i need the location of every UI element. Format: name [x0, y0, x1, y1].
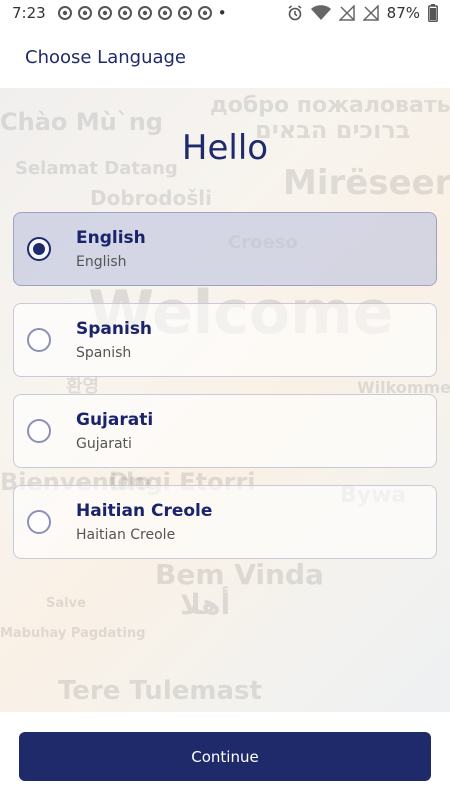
- status-right: 87%: [287, 4, 438, 22]
- bg-word: Mabuhay Pagdating: [0, 626, 146, 641]
- language-content: Welcome Bem Vinda Mirëseerdhët Dobrodošl…: [0, 88, 450, 712]
- radio-button[interactable]: [27, 328, 51, 352]
- radio-selected-dot: [33, 243, 45, 255]
- bg-word: Bem Vinda: [155, 558, 324, 591]
- app-header: Choose Language: [0, 26, 450, 88]
- radio-button[interactable]: [27, 237, 51, 261]
- no-signal-icon: [338, 5, 355, 21]
- language-text: Spanish Spanish: [76, 319, 152, 361]
- alarm-icon: [287, 5, 303, 21]
- language-text: English English: [76, 228, 146, 270]
- bg-word: добро пожаловать: [210, 93, 450, 118]
- language-name: Gujarati: [76, 410, 154, 430]
- more-notifications-dot: •: [217, 4, 227, 22]
- greeting-title: Hello: [181, 128, 269, 168]
- language-option-spanish[interactable]: Spanish Spanish: [13, 303, 437, 377]
- language-native-name: Spanish: [76, 345, 132, 361]
- battery-icon: [428, 4, 438, 22]
- chrome-icon: [77, 6, 92, 20]
- battery-percent: 87%: [386, 4, 420, 22]
- language-text: Haitian Creole Haitian Creole: [76, 501, 212, 543]
- continue-button[interactable]: Continue: [19, 732, 431, 781]
- status-left: 7:23 •: [12, 4, 227, 22]
- bg-word: Dobrodošli: [90, 186, 212, 210]
- language-text: Gujarati Gujarati: [76, 410, 153, 452]
- chrome-icon: [97, 6, 112, 20]
- bg-word: Mirëseerdhët: [283, 163, 450, 203]
- status-bar: 7:23 • 87%: [0, 0, 450, 26]
- language-name: Spanish: [76, 319, 153, 339]
- signal-off-icon: [362, 5, 379, 21]
- chrome-icon: [57, 6, 72, 20]
- language-native-name: English: [76, 254, 127, 270]
- chrome-icon: [177, 6, 192, 20]
- wifi-icon: [310, 5, 331, 21]
- chrome-icon: [197, 6, 212, 20]
- radio-button[interactable]: [27, 419, 51, 443]
- chrome-icon: [117, 6, 132, 20]
- bg-word: Tere Tulemast: [58, 676, 262, 706]
- chrome-icon: [137, 6, 152, 20]
- language-name: English: [76, 228, 146, 248]
- footer: Continue: [0, 712, 450, 800]
- language-name: Haitian Creole: [76, 501, 213, 521]
- language-option-haitian-creole[interactable]: Haitian Creole Haitian Creole: [13, 485, 437, 559]
- chrome-icon: [157, 6, 172, 20]
- language-option-english[interactable]: English English: [13, 212, 437, 286]
- bg-word: أهلا: [180, 588, 231, 621]
- page-title: Choose Language: [25, 46, 187, 68]
- status-time: 7:23: [12, 4, 46, 22]
- bg-word: Salve: [46, 596, 86, 611]
- language-native-name: Gujarati: [76, 436, 132, 452]
- radio-button[interactable]: [27, 510, 51, 534]
- language-option-gujarati[interactable]: Gujarati Gujarati: [13, 394, 437, 468]
- language-native-name: Haitian Creole: [76, 527, 176, 543]
